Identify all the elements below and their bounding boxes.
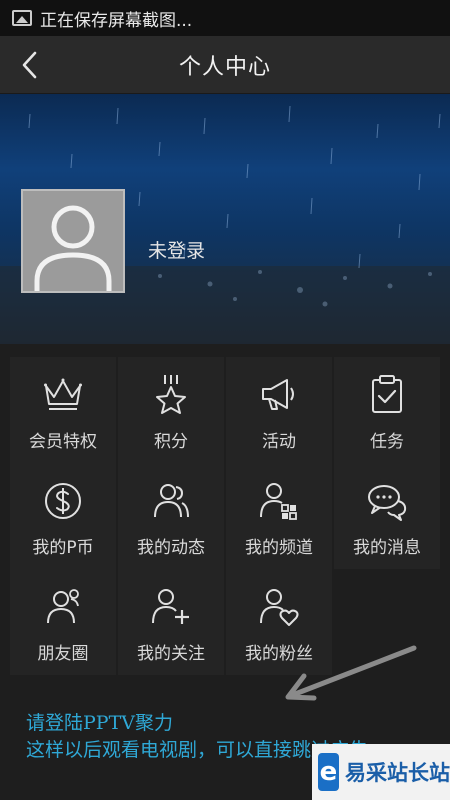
menu-item-tasks[interactable]: 任务 [334,357,440,463]
user-add-icon [152,589,189,624]
users-icon [154,484,189,518]
avatar[interactable] [21,189,125,293]
menu-item-activity[interactable]: 活动 [226,357,332,463]
menu-item-following[interactable]: 我的关注 [118,569,224,675]
chat-icon [368,485,407,521]
menu-item-label: 我的消息 [353,538,421,558]
back-button[interactable] [10,45,50,85]
menu-item-my-updates[interactable]: 我的动态 [118,463,224,569]
annotation-line-1: 请登陆PPTV聚力 [26,712,173,734]
menu-grid: 会员特权 积分 活动 任务 我的P币 我的动态 我的频道 我的消息 朋友圈 我的… [10,357,440,675]
menu-item-label: 我的关注 [137,644,205,664]
nav-bar: 个人中心 [0,36,450,94]
user-channel-icon [260,483,297,520]
menu-item-label: 我的频道 [245,538,313,558]
image-icon [12,10,32,26]
crown-icon [44,378,82,410]
status-text: 正在保存屏幕截图... [40,10,193,31]
page-title: 个人中心 [178,54,271,80]
coin-icon [45,483,81,519]
menu-item-label: 积分 [154,432,188,452]
menu-item-label: 我的P币 [32,538,94,558]
login-status[interactable]: 未登录 [148,236,205,263]
menu-item-points[interactable]: 积分 [118,357,224,463]
menu-item-label: 会员特权 [29,432,97,452]
menu-item-label: 任务 [370,432,404,452]
megaphone-icon [262,379,294,410]
watermark-text: 易采站长站 [345,761,450,785]
chevron-left-icon [22,51,37,79]
menu-item-label: 朋友圈 [37,644,89,664]
user-heart-icon [260,589,299,626]
menu-item-label: 我的动态 [137,538,205,558]
profile-banner: 未登录 [0,94,450,344]
clipboard-check-icon [372,375,402,413]
status-bar: 正在保存屏幕截图... [0,0,450,36]
annotation-arrow [285,645,417,701]
star-icon [156,375,186,414]
site-watermark: e 易采站长站 [312,744,450,800]
friends-icon [47,589,79,624]
menu-item-vip[interactable]: 会员特权 [10,357,116,463]
menu-item-my-channel[interactable]: 我的频道 [226,463,332,569]
user-silhouette-icon [34,205,112,291]
menu-item-p-coins[interactable]: 我的P币 [10,463,116,569]
menu-item-my-messages[interactable]: 我的消息 [334,463,440,569]
menu-item-friends-circle[interactable]: 朋友圈 [10,569,116,675]
menu-item-label: 活动 [262,432,296,452]
watermark-logo-icon: e [318,753,339,791]
